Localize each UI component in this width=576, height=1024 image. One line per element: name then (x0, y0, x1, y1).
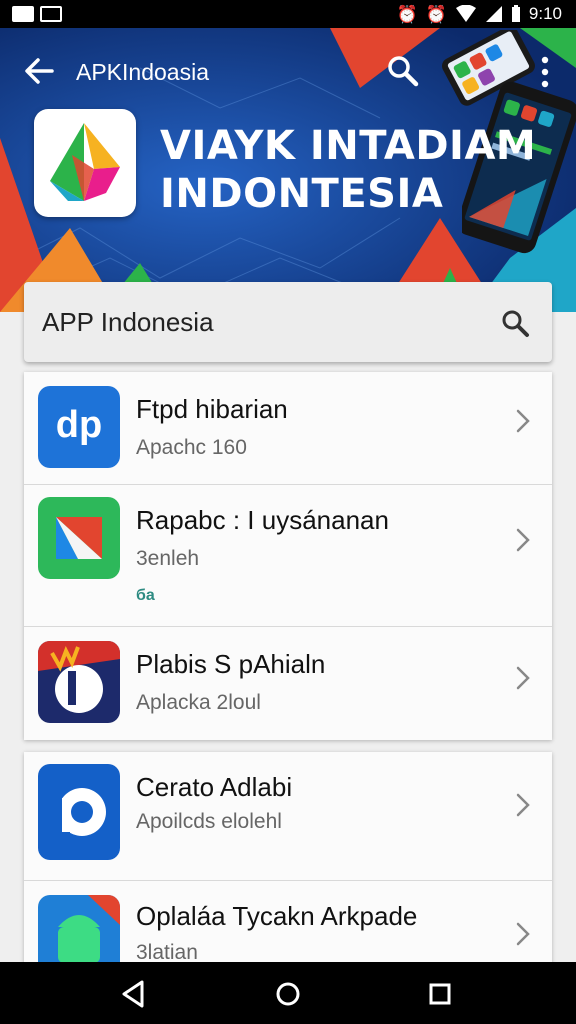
list-item-subtitle: 3enleh (136, 547, 200, 570)
search-input[interactable] (42, 302, 472, 342)
chevron-right-icon (516, 528, 530, 552)
list-item[interactable]: Rapabc : I uysánanan 3enleh ба (24, 485, 552, 626)
status-left (12, 6, 62, 22)
app-list-card: dp Ftpd hibarian Apachc 160 Rapabc : I u… (24, 372, 552, 740)
more-vert-icon[interactable] (534, 54, 556, 90)
red-green-app-icon (38, 497, 120, 579)
status-time: 9:10 (528, 4, 562, 23)
blue-p-app-icon (38, 764, 120, 860)
list-item[interactable]: Plabis S pAhialn Aplacka 2loul (24, 627, 552, 740)
colorful-triangle-logo-icon (50, 123, 120, 201)
hero-app-logo (34, 109, 136, 217)
battery-icon (511, 5, 520, 22)
hero-banner: APKIndoasia VIAYK INTADIAM INDONTESIA (0, 28, 576, 312)
list-item-title: Rapabc : I uysánanan (136, 505, 389, 535)
back-arrow-icon[interactable] (22, 54, 56, 88)
dp-app-icon: dp (38, 386, 120, 468)
chevron-right-icon (516, 409, 530, 433)
list-item-subtitle: Apoilcds elolehl (136, 810, 282, 833)
search-icon[interactable] (500, 308, 530, 338)
back-triangle-icon[interactable] (116, 976, 152, 1012)
fire-badge-app-icon (38, 641, 120, 723)
navigation-bar (0, 962, 576, 1024)
recents-square-icon[interactable] (422, 976, 458, 1012)
hero-title-line1: VIAYK INTADIAM (160, 123, 537, 169)
app-bar-title: APKIndoasia (76, 59, 209, 85)
search-bar[interactable] (24, 282, 552, 362)
notification-badge-icon (40, 6, 62, 22)
notification-badge-icon (12, 6, 34, 22)
signal-icon (485, 6, 502, 22)
android-app-icon (38, 895, 120, 964)
list-item-title: Ftpd hibarian (136, 394, 288, 424)
alarm-icon: ⏰ (396, 4, 418, 24)
list-item-extra: ба (136, 587, 155, 604)
chevron-right-icon (516, 922, 530, 946)
home-circle-icon[interactable] (270, 976, 306, 1012)
list-item-title: Plabis S pAhialn (136, 649, 326, 679)
list-item[interactable]: Cerato Adlabi Apoilcds elolehl (24, 752, 552, 880)
alarm-icon: ⏰ (425, 4, 447, 24)
app-list-card: Cerato Adlabi Apoilcds elolehl Oplaláa T… (24, 752, 552, 964)
list-item[interactable]: Oplaláa Tycakn Arkpade 3latian (24, 881, 552, 964)
list-item-title: Cerato Adlabi (136, 772, 293, 802)
app-glyph (56, 517, 102, 559)
list-item-subtitle: 3latian (136, 941, 198, 964)
search-icon[interactable] (386, 54, 420, 88)
app-glyph (58, 788, 106, 836)
list-item[interactable]: dp Ftpd hibarian Apachc 160 (24, 372, 552, 484)
chevron-right-icon (516, 666, 530, 690)
app-glyph (58, 895, 120, 963)
wifi-icon (455, 5, 476, 22)
chevron-right-icon (516, 793, 530, 817)
status-bar: ⏰ ⏰ 9:10 (0, 0, 576, 28)
app-glyph (38, 641, 120, 713)
list-item-subtitle: Aplacka 2loul (136, 691, 261, 714)
list-item-subtitle: Apachc 160 (136, 436, 247, 459)
list-item-title: Oplaláa Tycakn Arkpade (136, 901, 418, 931)
hero-title: VIAYK INTADIAM INDONTESIA (160, 122, 536, 218)
hero-title-line2: INDONTESIA (160, 171, 444, 217)
status-right: ⏰ ⏰ 9:10 (397, 4, 562, 24)
